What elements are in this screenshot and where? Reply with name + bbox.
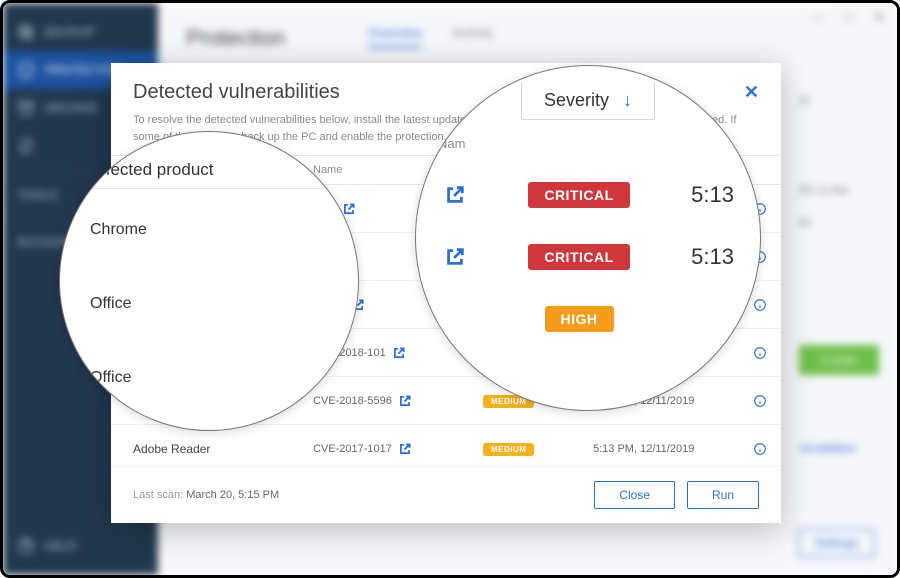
name-col-fragment: Nam [438,136,465,151]
external-link-icon[interactable] [444,246,504,268]
cell-cve[interactable]: CVE-2017-1017 [313,442,483,456]
external-link-icon[interactable] [398,442,412,456]
vulnerabilities-link[interactable]: nerabilities [799,441,879,455]
cell-product: Adobe Reader [133,442,313,456]
lens-header: Affected product [90,160,328,189]
lens-row: HIGH [434,288,742,350]
modal-title: Detected vulnerabilities [133,81,340,104]
archive-icon [17,99,35,117]
cell-detected: 5:13 PM, 12/11/2019 [593,443,753,455]
external-link-icon[interactable] [398,394,412,408]
scan-button[interactable]: k scan [799,345,879,375]
last-scan-label: Last scan: [133,489,183,501]
help-icon [17,537,35,555]
cell-severity: MEDIUM [483,441,593,456]
sort-arrow-icon: ↓ [623,90,632,111]
lens-severity: HIGH [504,306,654,332]
modal-footer: Last scan: March 20, 5:15 PM Close Run [111,466,781,523]
close-button[interactable]: Close [594,481,675,509]
run-button[interactable]: Run [687,481,759,509]
minimize-button[interactable]: — [811,9,825,26]
tabs: Overview Activity [368,25,493,48]
lens-time: 5:13 [654,244,734,270]
sidebar-item-help[interactable]: HELP [3,527,158,565]
last-scan-value: March 20, 5:15 PM [186,489,279,501]
lens-row: CRITICAL5:13 [434,164,742,226]
external-link-icon[interactable] [444,184,504,206]
lens-row: CRITICAL5:13 [434,226,742,288]
magnifier-affected-product: Affected product Chrome Office Office [59,131,359,431]
window-controls: — □ ✕ [811,9,885,26]
shield-icon [17,61,35,79]
close-window-button[interactable]: ✕ [873,9,885,26]
sidebar-item-backup[interactable]: BACKUP [3,13,158,51]
lens-item: Office [90,341,328,415]
right-panel: ul PC in the ks k scan nerabilities [799,93,879,455]
external-link-icon[interactable] [392,346,406,360]
lens-time: 5:13 [654,182,734,208]
lens-severity: CRITICAL [504,182,654,208]
tab-overview[interactable]: Overview [368,25,422,48]
hint-text: ks [799,215,879,229]
lens-item: Office [90,267,328,341]
sidebar-item-label: HELP [45,539,76,553]
maximize-button[interactable]: □ [845,9,853,26]
page-title: Protection [158,3,897,51]
copy-icon [17,23,35,41]
sidebar-item-label: TOOLS [17,188,57,202]
hint-text: PC in the [799,183,879,197]
hint-text: ul [799,93,879,107]
sidebar-item-label: BACKUP [45,25,94,39]
lens-item: Chrome [90,193,328,267]
lens-severity: CRITICAL [504,244,654,270]
table-row[interactable]: Adobe ReaderCVE-2017-1017MEDIUM5:13 PM, … [111,425,781,466]
sync-icon [17,137,35,155]
last-scan: Last scan: March 20, 5:15 PM [133,489,279,501]
info-icon[interactable] [753,442,781,456]
sidebar-item-label: ARCHIVE [45,101,98,115]
severity-sort-label: Severity [544,90,609,111]
settings-button[interactable]: Settings [798,529,875,557]
severity-sort-header[interactable]: Severity ↓ [521,82,655,120]
tab-activity[interactable]: Activity [452,25,493,48]
magnifier-severity: Severity ↓ Nam CRITICAL5:13CRITICAL5:13H… [415,65,761,411]
